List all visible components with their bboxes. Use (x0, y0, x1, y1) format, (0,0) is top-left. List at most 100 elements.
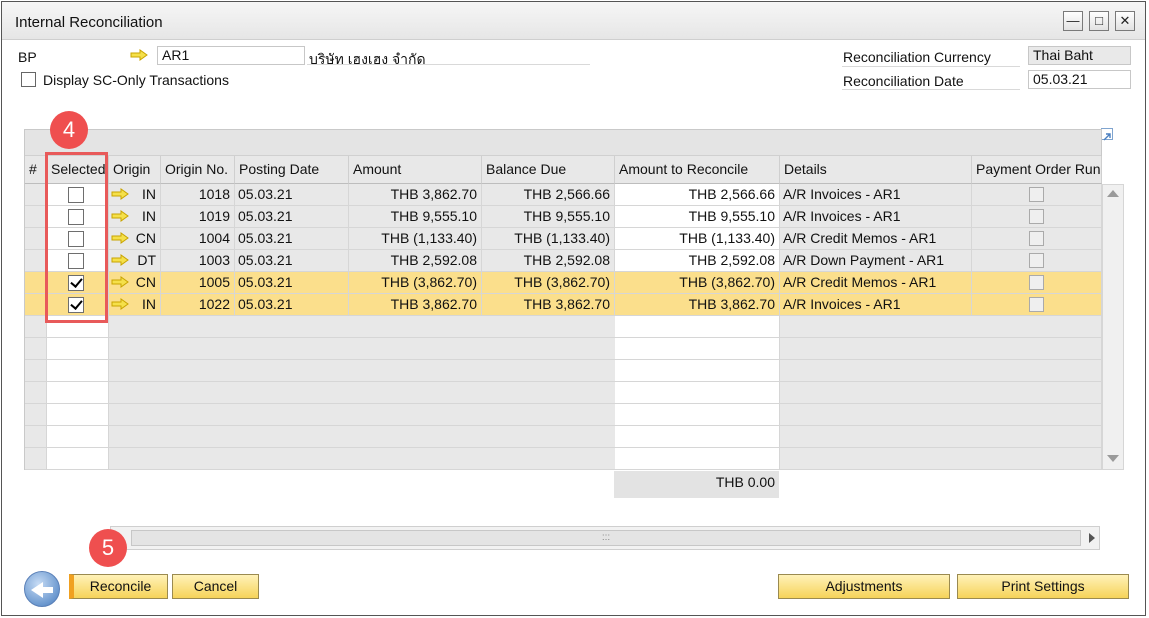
back-arrow-icon[interactable] (24, 571, 60, 607)
bp-code-field[interactable]: AR1 (157, 46, 305, 65)
empty-row[interactable] (25, 404, 1102, 426)
amount-to-reconcile-cell[interactable]: THB 2,592.08 (615, 250, 780, 271)
col-header-balance-due[interactable]: Balance Due (482, 156, 615, 184)
minimize-icon[interactable]: — (1063, 11, 1083, 31)
table-row[interactable]: DT 1003 05.03.21 THB 2,592.08 THB 2,592.08 TH… (25, 250, 1102, 272)
empty-row[interactable] (25, 448, 1102, 470)
payment-order-checkbox (1029, 231, 1044, 246)
reconcile-total: THB 0.00 (614, 471, 779, 498)
arrow-right-icon[interactable] (111, 188, 129, 200)
table-row[interactable]: IN 1022 05.03.21 THB 3,862.70 THB 3,862.70 TH… (25, 294, 1102, 316)
balance-due-cell: THB (3,862.70) (482, 272, 615, 293)
print-settings-button[interactable]: Print Settings (957, 574, 1129, 599)
reconcile-button[interactable]: Reconcile (69, 574, 168, 599)
origin-type: DT (137, 252, 156, 268)
origin-type: CN (135, 274, 156, 290)
origin-cell: IN (109, 206, 161, 227)
row-index-cell (25, 206, 47, 227)
posting-date-cell: 05.03.21 (235, 228, 349, 249)
balance-due-cell: THB 2,592.08 (482, 250, 615, 271)
amount-to-reconcile-cell[interactable]: THB (3,862.70) (615, 272, 780, 293)
amount-to-reconcile-cell[interactable]: THB 9,555.10 (615, 206, 780, 227)
arrow-right-icon[interactable] (111, 254, 129, 266)
scroll-down-icon[interactable] (1107, 455, 1119, 462)
posting-date-cell: 05.03.21 (235, 250, 349, 271)
details-cell: A/R Down Payment - AR1 (780, 250, 972, 271)
bp-name: บริษัท เฮงเฮง จำกัด (309, 51, 426, 67)
amount-to-reconcile-cell[interactable]: THB (1,133.40) (615, 228, 780, 249)
empty-row[interactable] (25, 338, 1102, 360)
payment-order-checkbox (1029, 209, 1044, 224)
table-row[interactable]: CN 1004 05.03.21 THB (1,133.40) THB (1,133.4… (25, 228, 1102, 250)
details-cell: A/R Invoices - AR1 (780, 294, 972, 315)
amount-to-reconcile-cell[interactable]: THB 3,862.70 (615, 294, 780, 315)
payment-order-checkbox (1029, 253, 1044, 268)
table-row[interactable]: CN 1005 05.03.21 THB (3,862.70) THB (3,862.7… (25, 272, 1102, 294)
arrow-right-icon[interactable] (111, 210, 129, 222)
origin-no-cell: 1018 (161, 184, 235, 205)
cancel-button[interactable]: Cancel (172, 574, 259, 599)
origin-type: IN (142, 208, 156, 224)
origin-no-cell: 1003 (161, 250, 235, 271)
origin-type: IN (142, 186, 156, 202)
row-index-cell (25, 184, 47, 205)
empty-row[interactable] (25, 382, 1102, 404)
col-header-posting-date[interactable]: Posting Date (235, 156, 349, 184)
amount-cell: THB 9,555.10 (349, 206, 482, 227)
arrow-right-icon[interactable] (130, 49, 148, 61)
posting-date-cell: 05.03.21 (235, 272, 349, 293)
sc-only-checkbox[interactable] (21, 72, 36, 87)
row-index-cell (25, 250, 47, 271)
origin-cell: CN (109, 228, 161, 249)
origin-type: CN (135, 230, 156, 246)
payment-order-run-cell (972, 294, 1102, 315)
col-header-amount[interactable]: Amount (349, 156, 482, 184)
table-row[interactable]: IN 1019 05.03.21 THB 9,555.10 THB 9,555.10 TH… (25, 206, 1102, 228)
date-field[interactable]: 05.03.21 (1028, 70, 1131, 89)
origin-cell: IN (109, 294, 161, 315)
horizontal-scrollbar[interactable]: ::: (110, 526, 1100, 550)
col-header-amount-to-reconcile[interactable]: Amount to Reconcile (615, 156, 780, 184)
col-header-index[interactable]: # (25, 156, 47, 184)
posting-date-cell: 05.03.21 (235, 184, 349, 205)
scroll-right-icon[interactable] (1089, 533, 1095, 543)
reconciliation-grid: # Selected Origin Origin No. Posting Dat… (24, 129, 1102, 470)
amount-to-reconcile-cell[interactable]: THB 2,566.66 (615, 184, 780, 205)
balance-due-cell: THB 2,566.66 (482, 184, 615, 205)
currency-underline (842, 66, 1020, 67)
amount-cell: THB 3,862.70 (349, 184, 482, 205)
col-header-origin[interactable]: Origin (109, 156, 161, 184)
origin-no-cell: 1022 (161, 294, 235, 315)
internal-reconciliation-window: Internal Reconciliation — □ ✕ BP AR1 บริ… (1, 1, 1146, 616)
adjustments-button[interactable]: Adjustments (778, 574, 950, 599)
row-index-cell (25, 228, 47, 249)
arrow-right-icon[interactable] (111, 232, 129, 244)
scroll-thumb[interactable]: ::: (131, 530, 1081, 546)
selected-column-highlight (45, 152, 108, 323)
maximize-icon[interactable]: □ (1089, 11, 1109, 31)
sc-only-label: Display SC-Only Transactions (43, 72, 229, 88)
payment-order-checkbox (1029, 187, 1044, 202)
col-header-payment-order-run[interactable]: Payment Order Run (972, 156, 1102, 184)
empty-row[interactable] (25, 316, 1102, 338)
close-icon[interactable]: ✕ (1115, 11, 1135, 31)
arrow-right-icon[interactable] (111, 298, 129, 310)
origin-no-cell: 1019 (161, 206, 235, 227)
arrow-right-icon[interactable] (111, 276, 129, 288)
vertical-scrollbar[interactable] (1102, 184, 1124, 470)
bp-label: BP (18, 49, 37, 65)
origin-no-cell: 1005 (161, 272, 235, 293)
table-row[interactable]: IN 1018 05.03.21 THB 3,862.70 THB 2,566.66 TH… (25, 184, 1102, 206)
date-underline (842, 89, 1020, 90)
col-header-origin-no[interactable]: Origin No. (161, 156, 235, 184)
empty-row[interactable] (25, 426, 1102, 448)
payment-order-run-cell (972, 250, 1102, 271)
expand-icon[interactable] (1101, 128, 1113, 141)
balance-due-cell: THB 3,862.70 (482, 294, 615, 315)
details-cell: A/R Credit Memos - AR1 (780, 228, 972, 249)
payment-order-run-cell (972, 206, 1102, 227)
empty-row[interactable] (25, 360, 1102, 382)
scroll-up-icon[interactable] (1107, 190, 1119, 197)
col-header-details[interactable]: Details (780, 156, 972, 184)
row-index-cell (25, 272, 47, 293)
